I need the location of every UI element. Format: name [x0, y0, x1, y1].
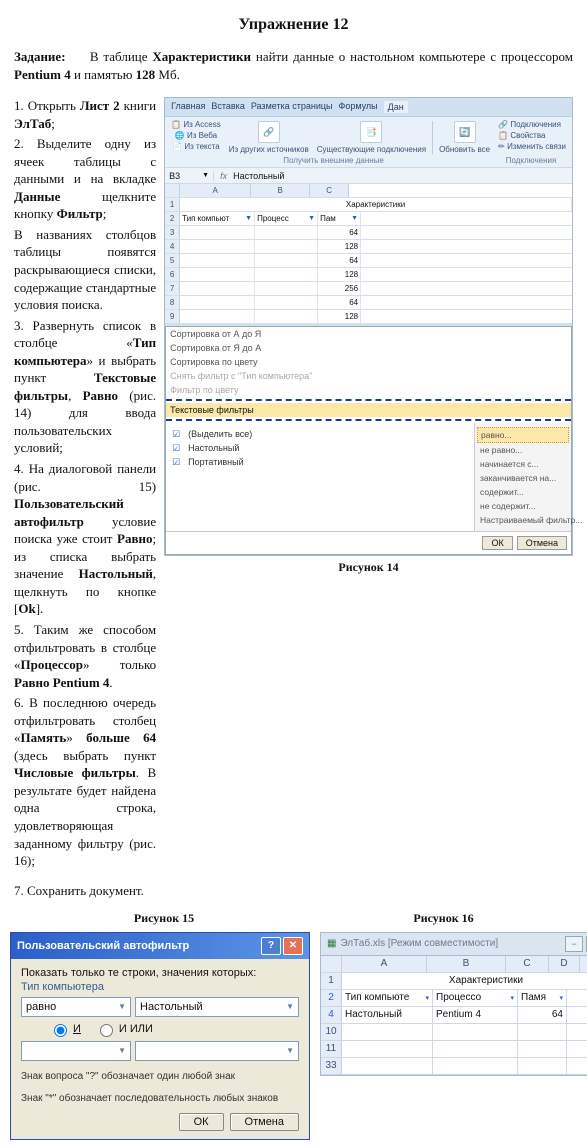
- figure-16-caption: Рисунок 16: [314, 911, 573, 926]
- excel-window: ▦ ЭлТаб.xls [Режим совместимости] − □ ✕ …: [320, 932, 587, 1076]
- filter-ok-button[interactable]: ОК: [482, 536, 512, 550]
- figure-14: Главная Вставка Разметка страницы Формул…: [164, 97, 573, 556]
- filter-ends[interactable]: заканчивается на...: [477, 471, 569, 485]
- col-D[interactable]: D: [549, 956, 580, 972]
- excel-app-icon: ▦: [327, 938, 336, 949]
- data-mem[interactable]: 64: [518, 1007, 567, 1023]
- dialog-prompt: Показать только те строки, значения кото…: [21, 967, 299, 979]
- tab-data[interactable]: Дан: [384, 101, 408, 113]
- tab-insert[interactable]: Вставка: [211, 101, 244, 113]
- title-cell[interactable]: Характеристики: [342, 973, 587, 989]
- data-type[interactable]: Настольный: [342, 1007, 433, 1023]
- filter-not-equals[interactable]: не равно...: [477, 443, 569, 457]
- tab-formulas[interactable]: Формулы: [338, 101, 377, 113]
- autofilter-dropdown[interactable]: Сортировка от А до Я Сортировка от Я до …: [165, 326, 572, 555]
- help-icon[interactable]: ?: [261, 937, 281, 955]
- header-type[interactable]: Тип компьюте▾: [342, 990, 433, 1006]
- option-portable[interactable]: Портативный: [170, 455, 470, 469]
- radio-or[interactable]: ИИЛИ: [95, 1021, 153, 1037]
- filter-custom[interactable]: Настраиваемый фильтр...: [477, 513, 569, 527]
- formula-bar[interactable]: Настольный: [233, 171, 284, 181]
- cancel-button[interactable]: Отмена: [230, 1113, 299, 1131]
- condition-1-combo[interactable]: равно▼: [21, 997, 131, 1017]
- col-E[interactable]: E: [580, 956, 587, 972]
- option-desktop[interactable]: Настольный: [170, 441, 470, 455]
- refresh-icon[interactable]: 🔄: [454, 121, 476, 143]
- page-title: Упражнение 12: [14, 16, 573, 34]
- task-block: Задание: В таблице Характеристики найти …: [14, 48, 573, 83]
- hint-2: Знак "*" обозначает последовательность л…: [21, 1093, 299, 1105]
- select-all-corner[interactable]: [321, 956, 342, 972]
- close-icon[interactable]: ✕: [283, 937, 303, 955]
- row-2-header[interactable]: 2: [321, 990, 342, 1006]
- step-7: 7. Сохранить документ.: [14, 883, 573, 899]
- col-C[interactable]: C: [506, 956, 549, 972]
- condition-2-combo[interactable]: ▼: [21, 1041, 131, 1061]
- text-filters-item[interactable]: Текстовые фильтры: [166, 403, 571, 417]
- filter-cancel-button[interactable]: Отмена: [517, 536, 567, 550]
- figure-15-caption: Рисунок 15: [14, 911, 314, 926]
- name-box[interactable]: B3▼: [165, 171, 214, 181]
- header-mem[interactable]: Памя▾: [518, 990, 567, 1006]
- row-1-header[interactable]: 1: [321, 973, 342, 989]
- hint-1: Знак вопроса "?" обозначает один любой з…: [21, 1071, 299, 1083]
- col-B[interactable]: B: [427, 956, 506, 972]
- field-label: Тип компьютера: [21, 981, 299, 993]
- connections-icon[interactable]: 📑: [360, 121, 382, 143]
- filter-equals[interactable]: равно...: [477, 427, 569, 443]
- data-cpu[interactable]: Pentium 4: [433, 1007, 518, 1023]
- text-icon[interactable]: 📄: [172, 142, 182, 151]
- figure-14-caption: Рисунок 14: [164, 560, 573, 575]
- tab-layout[interactable]: Разметка страницы: [251, 101, 333, 113]
- access-icon[interactable]: 📋: [171, 120, 181, 129]
- other-sources-icon[interactable]: 🔗: [258, 121, 280, 143]
- minimize-icon[interactable]: −: [565, 936, 583, 952]
- filter-begins[interactable]: начинается с...: [477, 457, 569, 471]
- custom-autofilter-dialog: Пользовательский автофильтр ? ✕ Показать…: [10, 932, 310, 1140]
- workbook-title: ЭлТаб.xls [Режим совместимости]: [340, 938, 498, 949]
- filter-not-contains[interactable]: не содержит...: [477, 499, 569, 513]
- ok-button[interactable]: ОК: [179, 1113, 224, 1131]
- value-1-combo[interactable]: Настольный▼: [135, 997, 299, 1017]
- row-4-header[interactable]: 4: [321, 1007, 342, 1023]
- col-A[interactable]: A: [342, 956, 427, 972]
- tab-home[interactable]: Главная: [171, 101, 205, 113]
- select-all-checkbox[interactable]: (Выделить все): [170, 427, 470, 441]
- filter-contains[interactable]: содержит...: [477, 485, 569, 499]
- web-icon[interactable]: 🌐: [175, 131, 185, 140]
- header-cpu[interactable]: Процессо▾: [433, 990, 518, 1006]
- text-filter-submenu: равно... не равно... начинается с... зак…: [474, 423, 571, 531]
- dialog-title: Пользовательский автофильтр: [17, 940, 189, 952]
- steps-column: 1. Открыть Лист 2 книги ЭлТаб; 2. Выдели…: [14, 97, 156, 873]
- value-2-combo[interactable]: ▼: [135, 1041, 299, 1061]
- radio-and[interactable]: И: [49, 1021, 81, 1037]
